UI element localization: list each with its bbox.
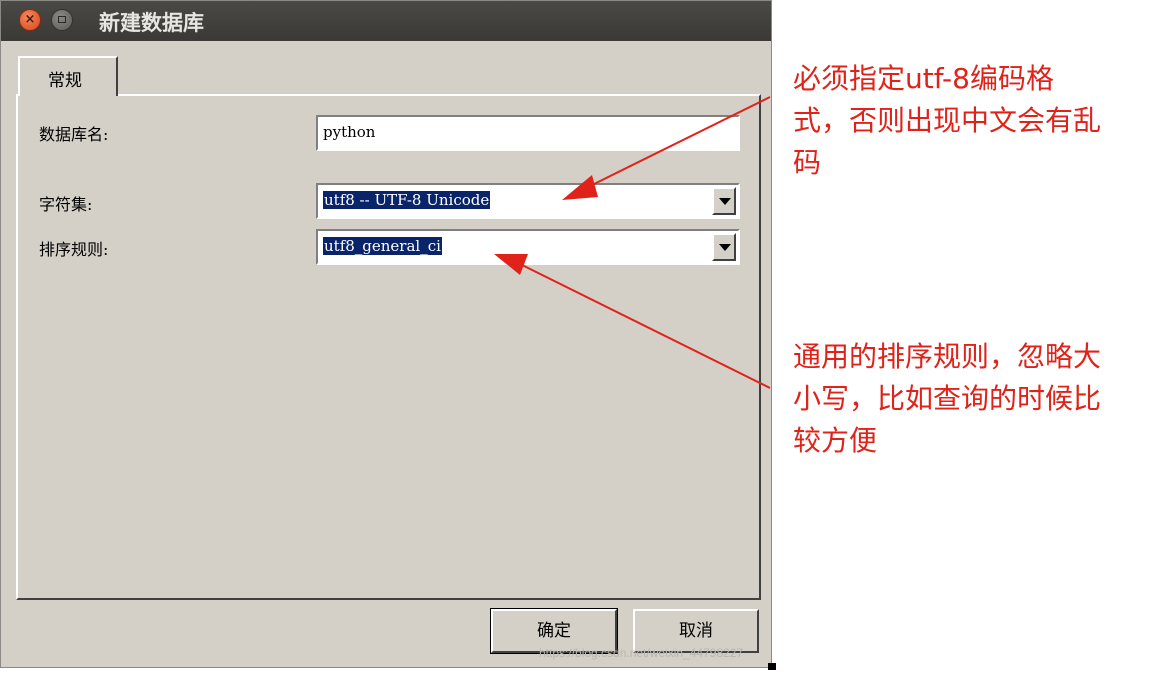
collation-annotation: 通用的排序规则，忽略大 小写，比如查询的时候比 较方便 (793, 336, 1101, 462)
collation-annotation-line: 通用的排序规则，忽略大 (793, 340, 1102, 373)
collation-annotation-line: 较方便 (793, 424, 878, 457)
tab-general[interactable]: 常规 (18, 56, 118, 96)
arrow-line-collation (517, 262, 771, 389)
charset-annotation-line: 码 (793, 146, 822, 179)
arrow-line-charset (581, 96, 771, 191)
tab-general-label: 常规 (48, 71, 82, 91)
charset-annotation-line: 式，否则出现中文会有乱 (793, 104, 1102, 137)
collation-annotation-line: 小写，比如查询的时候比 (793, 382, 1102, 415)
arrow-head-collation (494, 254, 528, 275)
arrow-head-charset (562, 175, 598, 200)
charset-annotation: 必须指定utf-8编码格 式，否则出现中文会有乱 码 (793, 58, 1101, 184)
charset-annotation-line: 必须指定utf-8编码格 (793, 62, 1054, 95)
